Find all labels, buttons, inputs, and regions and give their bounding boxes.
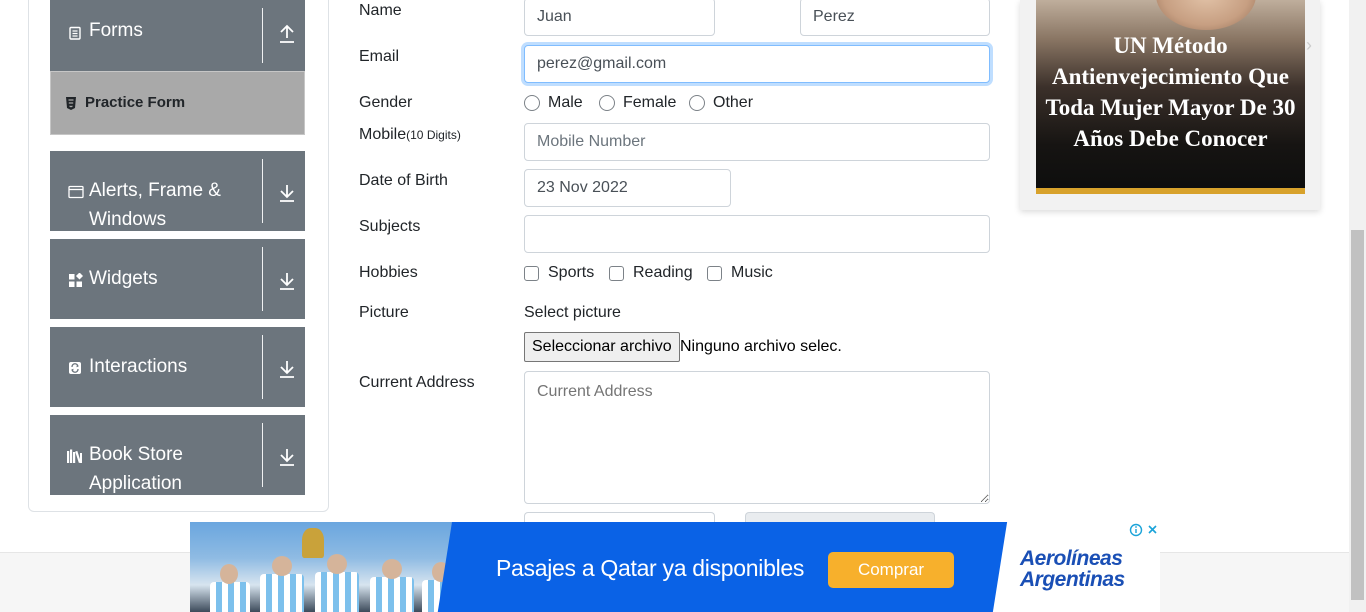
gender-radio-male[interactable]: Male <box>524 94 583 112</box>
player-shirt <box>370 577 414 612</box>
gender-option-label: Female <box>623 94 677 111</box>
gender-option-label: Other <box>713 94 754 111</box>
sidebar-group-title: Interactions <box>89 356 188 377</box>
mobile-input[interactable]: Mobile Number <box>524 123 990 161</box>
current-address-textarea[interactable] <box>524 371 990 504</box>
mobile-label-text: Mobile <box>359 126 407 143</box>
hobby-checkbox-reading[interactable]: Reading <box>609 264 693 282</box>
sidebar-group-title: Book Store Application <box>89 444 183 494</box>
gender-radio-other[interactable]: Other <box>689 94 753 112</box>
sidebar-group-forms[interactable]: Forms <box>50 0 305 71</box>
player-head <box>272 556 292 576</box>
choose-file-button[interactable]: Seleccionar archivo <box>524 332 680 362</box>
window-icon <box>68 185 84 199</box>
page: Forms Practice Form Alerts, Frame & Wind… <box>0 0 1366 612</box>
banner-brand-logo: Aerolíneas Argentinas <box>1020 547 1125 591</box>
email-label: Email <box>359 48 400 65</box>
hobby-label: Music <box>731 264 773 281</box>
expand-down-icon[interactable] <box>275 357 299 381</box>
sidebar-group-alerts-frame-windows[interactable]: Alerts, Frame & Windows <box>50 151 305 231</box>
hobby-label: Reading <box>633 264 693 281</box>
sidebar-group-title: Forms <box>89 20 143 41</box>
hobbies-label: Hobbies <box>359 264 418 281</box>
collapse-up-icon[interactable] <box>275 22 299 46</box>
divider <box>262 335 263 399</box>
divider <box>262 247 263 311</box>
hobby-label: Sports <box>548 264 595 281</box>
radio-circle[interactable] <box>599 95 615 111</box>
player-head <box>220 564 238 584</box>
file-status-text: Ninguno archivo selec. <box>680 338 842 355</box>
email-input[interactable]: perez@gmail.com <box>524 45 990 83</box>
player-shirt <box>210 582 250 612</box>
expand-down-icon[interactable] <box>275 445 299 469</box>
vertical-scrollbar[interactable] <box>1349 0 1366 612</box>
banner-headline: Pasajes a Qatar ya disponibles <box>496 555 805 581</box>
player-head <box>382 559 402 579</box>
player-shirt <box>315 572 359 612</box>
player-head <box>327 554 347 574</box>
radio-circle[interactable] <box>524 95 540 111</box>
clipboard-icon <box>69 26 81 40</box>
html5-icon <box>66 97 76 110</box>
adchoices-icon[interactable] <box>1128 522 1160 538</box>
adchoices[interactable] <box>1128 522 1160 538</box>
divider <box>262 423 263 487</box>
gender-radio-female[interactable]: Female <box>599 94 676 112</box>
subjects-input[interactable] <box>524 215 990 253</box>
name-label: Name <box>359 2 402 19</box>
player-shirt <box>260 574 304 612</box>
select-picture-caption: Select picture <box>524 304 621 321</box>
hobby-checkbox-music[interactable]: Music <box>707 264 773 282</box>
hobby-checkbox-sports[interactable]: Sports <box>524 264 594 282</box>
bottom-banner-ad[interactable]: Pasajes a Qatar ya disponibles Comprar A… <box>190 522 1160 612</box>
sidebar-group-book-store[interactable]: Book Store Application <box>50 415 305 495</box>
divider <box>262 159 263 223</box>
last-name-input[interactable]: Perez <box>800 0 990 36</box>
ad-headline: UN Método Antienvejecimiento Que Toda Mu… <box>1045 33 1296 151</box>
sidebar-item-practice-form[interactable]: Practice Form <box>50 71 305 135</box>
first-name-input[interactable]: Juan <box>524 0 715 36</box>
divider <box>262 8 263 63</box>
subjects-label: Subjects <box>359 218 421 235</box>
date-of-birth-input[interactable]: 23 Nov 2022 <box>524 169 731 207</box>
expand-down-icon[interactable] <box>275 269 299 293</box>
current-address-label: Current Address <box>359 374 475 391</box>
scrollbar-thumb[interactable] <box>1351 230 1364 600</box>
mobile-hint: (10 Digits) <box>406 128 461 142</box>
checkbox-box[interactable] <box>609 265 624 281</box>
sidebar-group-widgets[interactable]: Widgets <box>50 239 305 319</box>
trophy-image <box>302 528 324 558</box>
gender-option-label: Male <box>548 94 583 111</box>
sidebar-group-interactions[interactable]: Interactions <box>50 327 305 407</box>
radio-circle[interactable] <box>689 95 705 111</box>
sidebar-group-title: Alerts, Frame & Windows <box>89 180 221 230</box>
expand-down-icon[interactable] <box>275 181 299 205</box>
sidebar-advertisement[interactable]: UN Método Antienvejecimiento Que Toda Mu… <box>1020 0 1320 210</box>
ad-gold-bar <box>1036 188 1305 194</box>
ad-next-arrow-icon[interactable]: › <box>1306 35 1318 55</box>
dob-label: Date of Birth <box>359 172 448 189</box>
sidebar-group-title: Widgets <box>89 268 158 289</box>
mobile-label: Mobile(10 Digits) <box>359 126 461 144</box>
checkbox-box[interactable] <box>524 265 539 281</box>
gender-label: Gender <box>359 94 413 111</box>
checkbox-box[interactable] <box>707 265 722 281</box>
interactions-icon <box>69 362 81 374</box>
picture-label: Picture <box>359 304 409 321</box>
books-icon <box>67 449 82 464</box>
ad-face-image <box>1156 0 1256 30</box>
widgets-icon <box>69 273 83 287</box>
sidebar-item-label: Practice Form <box>85 94 186 111</box>
banner-buy-button[interactable]: Comprar <box>828 552 954 588</box>
